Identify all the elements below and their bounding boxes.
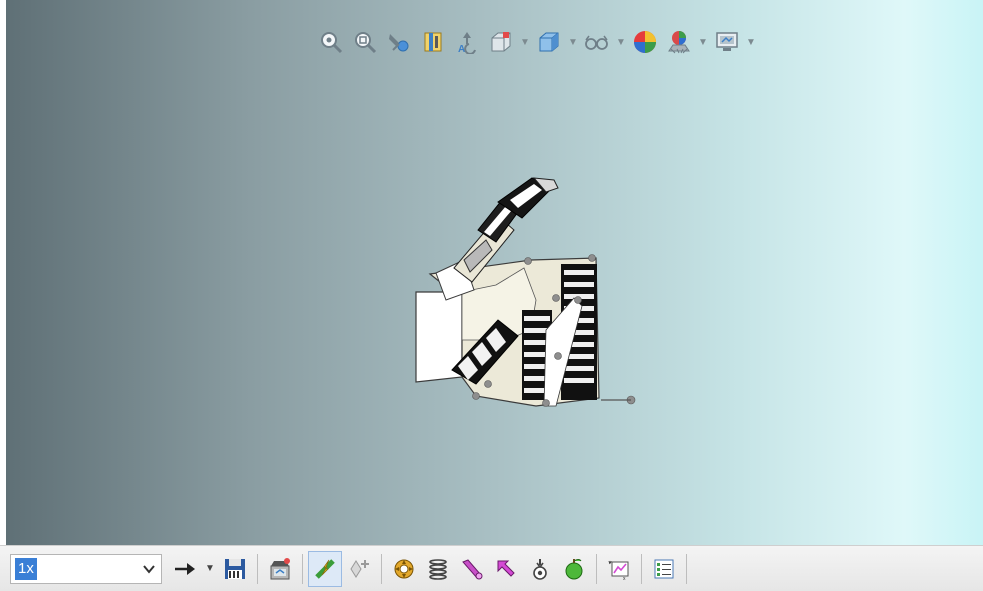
playback-speed-select[interactable]: 1x bbox=[10, 553, 162, 584]
toolbar-separator bbox=[302, 553, 303, 584]
graphics-area[interactable]: A ▼ ▼ ▼ ▼ ▼ bbox=[6, 0, 983, 545]
apply-scene-icon[interactable] bbox=[662, 25, 696, 59]
toolbar-separator bbox=[257, 553, 258, 584]
edit-appearance-icon[interactable] bbox=[628, 25, 662, 59]
motion-study-toolbar: 1x ▼ x bbox=[0, 545, 983, 591]
view-settings-icon[interactable] bbox=[710, 25, 744, 59]
view-orientation-dropdown[interactable]: ▼ bbox=[518, 25, 532, 59]
contact-icon[interactable] bbox=[455, 551, 489, 587]
add-update-key-icon[interactable] bbox=[342, 551, 376, 587]
spring-icon[interactable] bbox=[421, 551, 455, 587]
dynamic-annotation-icon[interactable]: A bbox=[450, 25, 484, 59]
apply-scene-dropdown[interactable]: ▼ bbox=[696, 25, 710, 59]
autokey-icon[interactable] bbox=[308, 550, 342, 587]
playback-mode-icon[interactable] bbox=[168, 551, 202, 587]
view-settings-dropdown[interactable]: ▼ bbox=[744, 25, 758, 59]
hide-show-items-dropdown[interactable]: ▼ bbox=[614, 25, 628, 59]
calculate-icon[interactable] bbox=[557, 551, 591, 587]
toolbar-separator bbox=[381, 553, 382, 584]
playback-mode-dropdown[interactable]: ▼ bbox=[202, 551, 218, 587]
section-view-icon[interactable] bbox=[416, 25, 450, 59]
previous-view-icon[interactable] bbox=[382, 25, 416, 59]
robotic-hand-model[interactable] bbox=[406, 170, 646, 410]
zoom-to-area-icon[interactable] bbox=[348, 25, 382, 59]
force-icon[interactable] bbox=[489, 551, 523, 587]
results-plots-icon[interactable]: x bbox=[602, 551, 636, 587]
svg-text:x: x bbox=[623, 576, 626, 581]
motion-study-properties-icon[interactable] bbox=[647, 551, 681, 587]
toolbar-separator bbox=[596, 553, 597, 584]
chevron-down-icon bbox=[143, 561, 155, 577]
toolbar-separator bbox=[641, 553, 642, 584]
gravity-icon[interactable] bbox=[523, 551, 557, 587]
playback-speed-value: 1x bbox=[15, 557, 37, 580]
motor-icon[interactable] bbox=[387, 551, 421, 587]
display-style-icon[interactable] bbox=[532, 25, 566, 59]
save-animation-icon[interactable] bbox=[218, 551, 252, 587]
hide-show-items-icon[interactable] bbox=[580, 25, 614, 59]
display-style-dropdown[interactable]: ▼ bbox=[566, 25, 580, 59]
view-orientation-icon[interactable] bbox=[484, 25, 518, 59]
heads-up-view-toolbar: A ▼ ▼ ▼ ▼ ▼ bbox=[314, 20, 758, 64]
toolbar-separator bbox=[686, 553, 687, 584]
zoom-to-fit-icon[interactable] bbox=[314, 25, 348, 59]
animation-wizard-icon[interactable] bbox=[263, 551, 297, 587]
